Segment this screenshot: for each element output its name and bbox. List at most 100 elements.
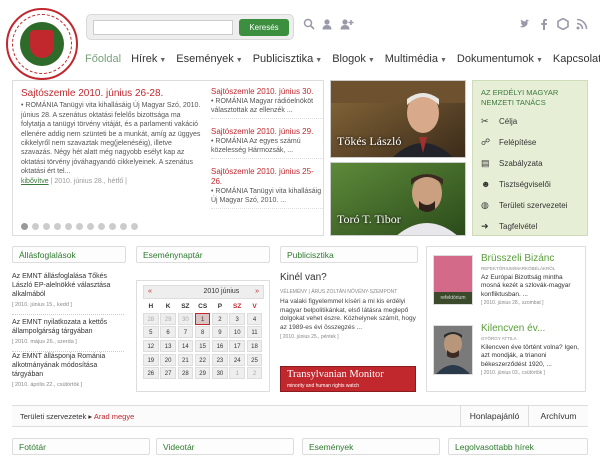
- calendar-day[interactable]: 30: [177, 312, 194, 325]
- calendar-day[interactable]: 12: [143, 340, 159, 353]
- calendar-day[interactable]: 3: [229, 312, 245, 325]
- news-title[interactable]: Az EMNT állásfoglalása Tőkés László EP-a…: [12, 272, 124, 299]
- calendar-day[interactable]: 28: [177, 367, 194, 380]
- nav-hirek[interactable]: Hírek ▼: [126, 53, 171, 65]
- lead-title[interactable]: Sajtószemle 2010. június 26-28.: [21, 88, 201, 98]
- calendar-day[interactable]: 15: [194, 340, 211, 353]
- calendar-day[interactable]: 21: [177, 353, 194, 366]
- slider-dot[interactable]: [109, 223, 116, 230]
- calendar-day[interactable]: 1: [194, 312, 211, 325]
- panel-item-celja[interactable]: ✂ Célja: [473, 116, 587, 137]
- photo-tokes-laszlo[interactable]: Tőkés László: [330, 80, 466, 158]
- add-user-icon[interactable]: [340, 18, 354, 32]
- regional-value[interactable]: Arad megye: [94, 412, 134, 421]
- mini-article[interactable]: Sajtószemle 2010. június 30. • ROMÁNIA M…: [211, 87, 323, 119]
- section-allasfoglalasok[interactable]: Állásfoglalások: [12, 246, 126, 263]
- slider-dot[interactable]: [87, 223, 94, 230]
- panel-item-szabalyzata[interactable]: ▤ Szabályzata: [473, 158, 587, 179]
- calendar-day[interactable]: 18: [246, 340, 263, 353]
- slider-dot[interactable]: [32, 223, 39, 230]
- blog-post[interactable]: Kilencven év... GYÖRGY ATTILA Kilencven …: [481, 323, 583, 378]
- photo-toro-tibor[interactable]: Toró T. Tibor: [330, 162, 466, 236]
- list-item[interactable]: Az EMNT állásfoglalása Tőkés László EP-a…: [12, 272, 124, 319]
- article-title[interactable]: Kinél van?: [280, 272, 418, 283]
- calendar-day[interactable]: 11: [246, 326, 263, 339]
- nav-blogok[interactable]: Blogok ▼: [327, 53, 380, 65]
- tab-videotar[interactable]: Videotár: [156, 438, 294, 455]
- blog-title[interactable]: Kilencven év...: [481, 323, 583, 335]
- nav-multimedia[interactable]: Multimédia ▼: [380, 53, 452, 65]
- blog-title[interactable]: Brüsszeli Bizánc: [481, 253, 583, 265]
- featured-article[interactable]: Kinél van? VÉLEMÉNY | ÁRUS ZOLTÁN NÖVÉNY…: [280, 272, 418, 340]
- nav-publicisztika[interactable]: Publicisztika ▼: [248, 53, 327, 65]
- mini-article[interactable]: Sajtószemle 2010. június 29. • ROMÁNIA A…: [211, 127, 323, 159]
- calendar-day[interactable]: 14: [177, 340, 194, 353]
- tab-esemenyek[interactable]: Események: [302, 438, 440, 455]
- calendar-day[interactable]: 23: [212, 353, 228, 366]
- next-month-button[interactable]: »: [255, 286, 259, 298]
- list-item[interactable]: Az EMNT nyilatkozata a kettős állampolgá…: [12, 318, 124, 356]
- search-input[interactable]: [93, 20, 233, 35]
- slider-dot[interactable]: [98, 223, 105, 230]
- calendar-day[interactable]: 22: [194, 353, 211, 366]
- calendar-day[interactable]: 26: [143, 367, 159, 380]
- calendar-day[interactable]: 19: [143, 353, 159, 366]
- calendar-day[interactable]: 24: [229, 353, 245, 366]
- news-title[interactable]: Az EMNT állásponja Románia alkotmányának…: [12, 352, 124, 379]
- slider-dot[interactable]: [21, 223, 28, 230]
- transylvanian-monitor-banner[interactable]: Transylvanian Monitor minority and human…: [280, 366, 416, 392]
- facebook-icon[interactable]: [537, 18, 551, 32]
- panel-item-teruleti[interactable]: ◍ Területi szervezetei: [473, 200, 587, 221]
- lead-article[interactable]: Sajtószemle 2010. június 26-28. • ROMÁNI…: [21, 88, 201, 209]
- section-esemenynaptar[interactable]: Eseménynaptár: [136, 246, 270, 263]
- refektorium-image[interactable]: refektórium: [433, 255, 473, 305]
- calendar-day[interactable]: 2: [246, 367, 263, 380]
- calendar-day[interactable]: 20: [160, 353, 176, 366]
- calendar-day[interactable]: 4: [246, 312, 263, 325]
- slider-dot[interactable]: [54, 223, 61, 230]
- mini-title[interactable]: Sajtószemle 2010. június 29.: [211, 127, 323, 137]
- calendar-day[interactable]: 1: [229, 367, 245, 380]
- list-item[interactable]: Az EMNT állásponja Románia alkotmányának…: [12, 352, 124, 390]
- calendar-day[interactable]: 29: [194, 367, 211, 380]
- calendar-day[interactable]: 25: [246, 353, 263, 366]
- tab-fototar[interactable]: Fotótár: [12, 438, 150, 455]
- read-more-link[interactable]: kibővítve: [21, 178, 49, 185]
- nav-fooldal[interactable]: Főoldal: [80, 53, 126, 65]
- calendar-day[interactable]: 30: [212, 367, 228, 380]
- search-button[interactable]: Keresés: [239, 19, 289, 36]
- calendar-day[interactable]: 6: [160, 326, 176, 339]
- hexagon-icon[interactable]: [556, 17, 570, 32]
- mini-title[interactable]: Sajtószemle 2010. június 30.: [211, 87, 323, 97]
- mini-title[interactable]: Sajtószemle 2010. június 25-26.: [211, 167, 323, 187]
- mini-article[interactable]: Sajtószemle 2010. június 25-26. • ROMÁNI…: [211, 167, 323, 209]
- calendar-day[interactable]: 16: [212, 340, 228, 353]
- archivum-button[interactable]: Archívum: [528, 406, 588, 426]
- nav-dokumentumok[interactable]: Dokumentumok ▼: [452, 53, 548, 65]
- emnt-logo[interactable]: [6, 8, 78, 80]
- blog-post[interactable]: Brüsszeli Bizánc REFEKTÓRIUM/MARKÓBÉLÁKR…: [481, 253, 583, 308]
- regional-selector[interactable]: Területi szervezetek ▸ Arad megye: [20, 412, 134, 421]
- panel-item-tisztsegviseloi[interactable]: ☻ Tisztségviselői: [473, 179, 587, 200]
- section-publicisztika[interactable]: Publicisztika: [280, 246, 418, 263]
- slider-dot[interactable]: [43, 223, 50, 230]
- calendar-day[interactable]: 17: [229, 340, 245, 353]
- nav-esemenyek[interactable]: Események ▼: [171, 53, 247, 65]
- prev-month-button[interactable]: «: [148, 286, 152, 298]
- calendar-day[interactable]: 7: [177, 326, 194, 339]
- calendar-day[interactable]: 2: [212, 312, 228, 325]
- calendar-day[interactable]: 8: [194, 326, 211, 339]
- rss-icon[interactable]: [575, 18, 589, 32]
- calendar-day[interactable]: 29: [160, 312, 176, 325]
- calendar-day[interactable]: 13: [160, 340, 176, 353]
- honlapajanlo-button[interactable]: Honlapajánló: [460, 406, 528, 426]
- panel-item-felepitese[interactable]: ☍ Felépítése: [473, 137, 587, 158]
- twitter-icon[interactable]: [518, 18, 532, 32]
- calendar-day[interactable]: 10: [229, 326, 245, 339]
- slider-dot[interactable]: [65, 223, 72, 230]
- calendar-day[interactable]: 28: [143, 312, 159, 325]
- panel-item-tagfelvetel[interactable]: ➜ Tagfelvétel: [473, 221, 587, 242]
- search-icon[interactable]: [302, 18, 316, 32]
- slider-dot[interactable]: [131, 223, 138, 230]
- calendar-day[interactable]: 9: [212, 326, 228, 339]
